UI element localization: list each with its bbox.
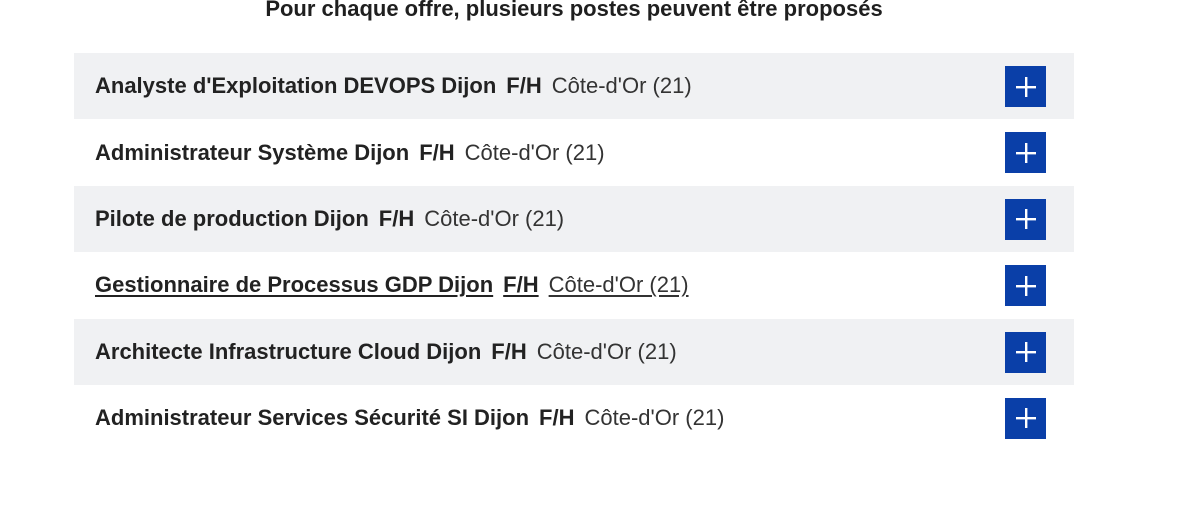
expand-offer-button[interactable] (1005, 198, 1046, 240)
expand-offer-button[interactable] (1005, 331, 1046, 373)
offer-title-line: Architecte Infrastructure Cloud Dijon F/… (95, 339, 677, 365)
offer-location: Côte-d'Or (21) (536, 338, 677, 364)
expand-offer-button[interactable] (1005, 265, 1046, 307)
section-heading: Pour chaque offre, plusieurs postes peuv… (265, 0, 883, 21)
offer-title-line: Pilote de production Dijon F/H Côte-d'Or… (95, 206, 564, 232)
plus-icon (1015, 142, 1036, 163)
offer-location: Côte-d'Or (21) (584, 405, 725, 431)
plus-icon (1015, 342, 1036, 363)
plus-icon (1015, 408, 1036, 429)
offer-gender: F/H (378, 205, 415, 231)
offer-title-line: Analyste d'Exploitation DEVOPS Dijon F/H… (95, 73, 692, 99)
offer-row-gestionnaire-gdp[interactable]: Gestionnaire de Processus GDP Dijon F/H … (74, 252, 1074, 318)
offer-gender: F/H (539, 405, 575, 431)
offer-title: Analyste d'Exploitation DEVOPS Dijon (95, 73, 497, 99)
offer-title-line: Administrateur Système Dijon F/H Côte-d'… (95, 140, 605, 166)
offer-gender: F/H (506, 73, 542, 99)
offer-title-line: Administrateur Services Sécurité SI Dijo… (95, 405, 724, 431)
offer-row-architecte-cloud[interactable]: Architecte Infrastructure Cloud Dijon F/… (74, 318, 1074, 385)
plus-icon (1015, 76, 1036, 97)
expand-offer-button[interactable] (1005, 132, 1046, 174)
offer-location: Côte-d'Or (21) (424, 205, 565, 231)
offer-gender: F/H (419, 139, 455, 165)
offer-title: Administrateur Services Sécurité SI Dijo… (95, 405, 530, 431)
offer-title: Administrateur Système Dijon (95, 139, 410, 165)
offer-location: Côte-d'Or (21) (551, 73, 692, 99)
offer-gender: F/H (491, 338, 527, 364)
offer-row-analyste-devops[interactable]: Analyste d'Exploitation DEVOPS Dijon F/H… (74, 53, 1074, 120)
offer-title: Architecte Infrastructure Cloud Dijon (95, 338, 482, 364)
offer-location: Côte-d'Or (21) (464, 139, 605, 165)
offer-title-line: Gestionnaire de Processus GDP Dijon F/H … (95, 272, 689, 298)
expand-offer-button[interactable] (1005, 66, 1046, 107)
offer-gender: F/H (503, 272, 539, 298)
offer-row-admin-systeme[interactable]: Administrateur Système Dijon F/H Côte-d'… (74, 119, 1074, 185)
offer-title: Gestionnaire de Processus GDP Dijon (95, 272, 494, 298)
offer-list: Analyste d'Exploitation DEVOPS Dijon F/H… (74, 53, 1074, 451)
offer-title: Pilote de production Dijon (95, 205, 369, 231)
plus-icon (1015, 209, 1036, 230)
offer-row-admin-securite[interactable]: Administrateur Services Sécurité SI Dijo… (74, 385, 1074, 451)
expand-offer-button[interactable] (1005, 397, 1046, 439)
plus-icon (1015, 275, 1036, 296)
offer-row-pilote-production[interactable]: Pilote de production Dijon F/H Côte-d'Or… (74, 185, 1074, 253)
offer-location: Côte-d'Or (21) (548, 272, 689, 298)
